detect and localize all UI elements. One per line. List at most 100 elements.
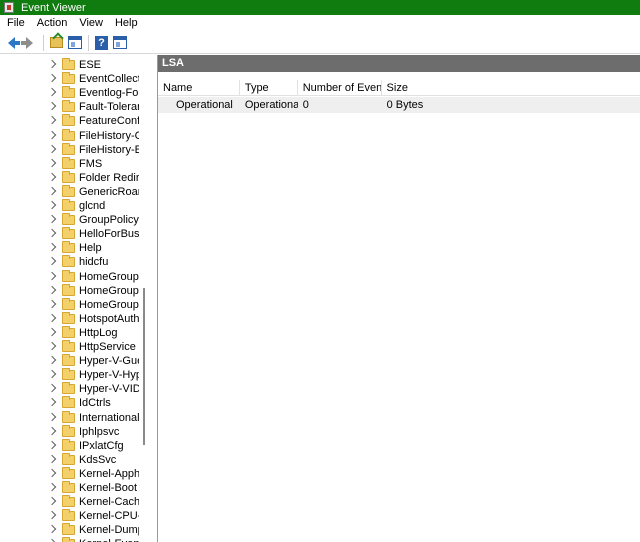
chevron-right-icon[interactable] bbox=[47, 172, 57, 182]
folder-icon bbox=[62, 114, 75, 127]
tree-item[interactable]: HomeGroup-P bbox=[0, 297, 148, 312]
tree-item[interactable]: Hyper-V-VID bbox=[0, 382, 148, 396]
chevron-right-icon[interactable] bbox=[47, 341, 57, 351]
chevron-right-icon[interactable] bbox=[47, 186, 57, 196]
chevron-right-icon[interactable] bbox=[47, 384, 57, 393]
tree-item[interactable]: HotspotAuth bbox=[0, 311, 148, 326]
column-header-size[interactable]: Size bbox=[382, 80, 640, 95]
tree-item[interactable]: Fault-Tolerant- bbox=[0, 100, 148, 114]
tree-item-label: International-F bbox=[79, 411, 139, 424]
tree-scrollbar-thumb[interactable] bbox=[143, 288, 145, 445]
tree-item[interactable]: Eventlog-Forw bbox=[0, 86, 148, 100]
tree-item[interactable]: Hyper-V-Hype bbox=[0, 368, 148, 382]
help-button[interactable]: ? bbox=[93, 34, 110, 51]
tree-item[interactable]: Kernel-Boot bbox=[0, 481, 148, 495]
table-row[interactable]: Operational Operational 0 0 Bytes bbox=[158, 97, 640, 113]
tree-item-label: Folder Redirect bbox=[79, 171, 139, 184]
column-header-type[interactable]: Type bbox=[240, 80, 298, 95]
chevron-right-icon[interactable] bbox=[47, 130, 57, 139]
chevron-right-icon[interactable] bbox=[47, 59, 57, 69]
chevron-right-icon[interactable] bbox=[47, 144, 57, 153]
chevron-right-icon[interactable] bbox=[47, 496, 57, 506]
chevron-right-icon[interactable] bbox=[47, 87, 57, 97]
chevron-right-icon[interactable] bbox=[47, 214, 57, 224]
tree-item[interactable]: Kernel-Cache bbox=[0, 495, 148, 509]
tree-item[interactable]: EventCollector bbox=[0, 72, 148, 86]
tree-item[interactable]: HttpService bbox=[0, 340, 148, 354]
tree-item[interactable]: Help bbox=[0, 241, 148, 255]
menu-view[interactable]: View bbox=[73, 15, 109, 32]
chevron-right-icon[interactable] bbox=[47, 398, 57, 407]
menu-action[interactable]: Action bbox=[31, 15, 74, 32]
chevron-right-icon[interactable] bbox=[47, 468, 57, 478]
tree-item[interactable]: KdsSvc bbox=[0, 452, 148, 467]
pane-splitter[interactable] bbox=[148, 55, 157, 542]
column-header-name[interactable]: Name bbox=[158, 80, 240, 95]
tree-item[interactable]: Folder Redirect bbox=[0, 170, 148, 185]
forward-button[interactable] bbox=[21, 34, 38, 51]
tree-item-label: Eventlog-Forw bbox=[79, 87, 139, 100]
tree-item[interactable]: Kernel-Apphel bbox=[0, 466, 148, 481]
chevron-right-icon[interactable] bbox=[47, 228, 57, 238]
chevron-right-icon[interactable] bbox=[47, 510, 57, 520]
tree-item[interactable]: HelloForBusine bbox=[0, 227, 148, 241]
tree-item[interactable]: Iphlpsvc bbox=[0, 424, 148, 439]
tree-item[interactable]: HomeGroup C bbox=[0, 269, 148, 284]
chevron-right-icon[interactable] bbox=[47, 299, 57, 308]
show-hide-action-pane-button[interactable] bbox=[111, 34, 128, 51]
chevron-right-icon[interactable] bbox=[47, 116, 57, 125]
tree-item[interactable]: GenericRoamin bbox=[0, 184, 148, 199]
tree-item[interactable]: glcnd bbox=[0, 199, 148, 213]
tree-item[interactable]: FileHistory-Co bbox=[0, 128, 148, 143]
folder-icon bbox=[62, 283, 75, 296]
tree-item[interactable]: Kernel-CPU-St bbox=[0, 509, 148, 523]
show-hide-tree-button[interactable] bbox=[66, 34, 83, 51]
chevron-right-icon[interactable] bbox=[47, 525, 57, 534]
column-header-number-of-events[interactable]: Number of Events bbox=[298, 80, 382, 95]
back-button[interactable] bbox=[3, 34, 20, 51]
tree-item[interactable]: FileHistory-Eng bbox=[0, 142, 148, 157]
tree-item[interactable]: Hyper-V-Guest bbox=[0, 354, 148, 368]
tree-item[interactable]: hidcfu bbox=[0, 255, 148, 269]
chevron-right-icon[interactable] bbox=[47, 412, 57, 421]
chevron-right-icon[interactable] bbox=[47, 73, 57, 83]
up-one-level-button[interactable] bbox=[48, 34, 65, 51]
menu-file[interactable]: File bbox=[0, 15, 31, 32]
tree-item[interactable]: International-F bbox=[0, 410, 148, 425]
tree-item[interactable]: IdCtrls bbox=[0, 396, 148, 410]
chevron-right-icon[interactable] bbox=[47, 454, 57, 464]
tree-item-label: Hyper-V-Hype bbox=[79, 369, 139, 382]
help-icon: ? bbox=[95, 35, 108, 50]
chevron-right-icon[interactable] bbox=[47, 243, 57, 252]
folder-icon bbox=[62, 255, 75, 268]
chevron-right-icon[interactable] bbox=[47, 158, 57, 167]
tree-item-label: Iphlpsvc bbox=[79, 425, 120, 438]
chevron-right-icon[interactable] bbox=[47, 257, 57, 266]
menu-help[interactable]: Help bbox=[109, 15, 144, 32]
chevron-right-icon[interactable] bbox=[47, 426, 57, 435]
tree-scrollbar[interactable] bbox=[139, 55, 148, 542]
tree-item-label: hidcfu bbox=[79, 256, 109, 269]
chevron-right-icon[interactable] bbox=[47, 285, 57, 294]
chevron-right-icon[interactable] bbox=[47, 355, 57, 365]
chevron-right-icon[interactable] bbox=[47, 200, 57, 210]
column-headers: Name Type Number of Events Size bbox=[158, 80, 640, 96]
tree-item[interactable]: ESE bbox=[0, 58, 148, 72]
chevron-right-icon[interactable] bbox=[47, 440, 57, 449]
chevron-right-icon[interactable] bbox=[47, 327, 57, 337]
tree-item[interactable]: GroupPolicy bbox=[0, 213, 148, 227]
chevron-right-icon[interactable] bbox=[47, 369, 57, 379]
tree-item[interactable]: IPxlatCfg bbox=[0, 438, 148, 453]
tree-item[interactable]: Kernel-Dump bbox=[0, 523, 148, 537]
tree-item[interactable]: HomeGroup-L bbox=[0, 283, 148, 298]
chevron-right-icon[interactable] bbox=[47, 271, 57, 280]
tree-item[interactable]: FeatureConfig bbox=[0, 114, 148, 128]
row-size: 0 Bytes bbox=[386, 99, 424, 111]
tree-item[interactable]: HttpLog bbox=[0, 325, 148, 340]
chevron-right-icon[interactable] bbox=[47, 102, 57, 111]
chevron-right-icon[interactable] bbox=[47, 482, 57, 492]
tree-item-label: Kernel-Apphel bbox=[79, 467, 139, 480]
chevron-right-icon[interactable] bbox=[47, 313, 57, 323]
tree-item[interactable]: FMS bbox=[0, 156, 148, 171]
tree-item[interactable]: Kernel-EventTr bbox=[0, 537, 148, 542]
